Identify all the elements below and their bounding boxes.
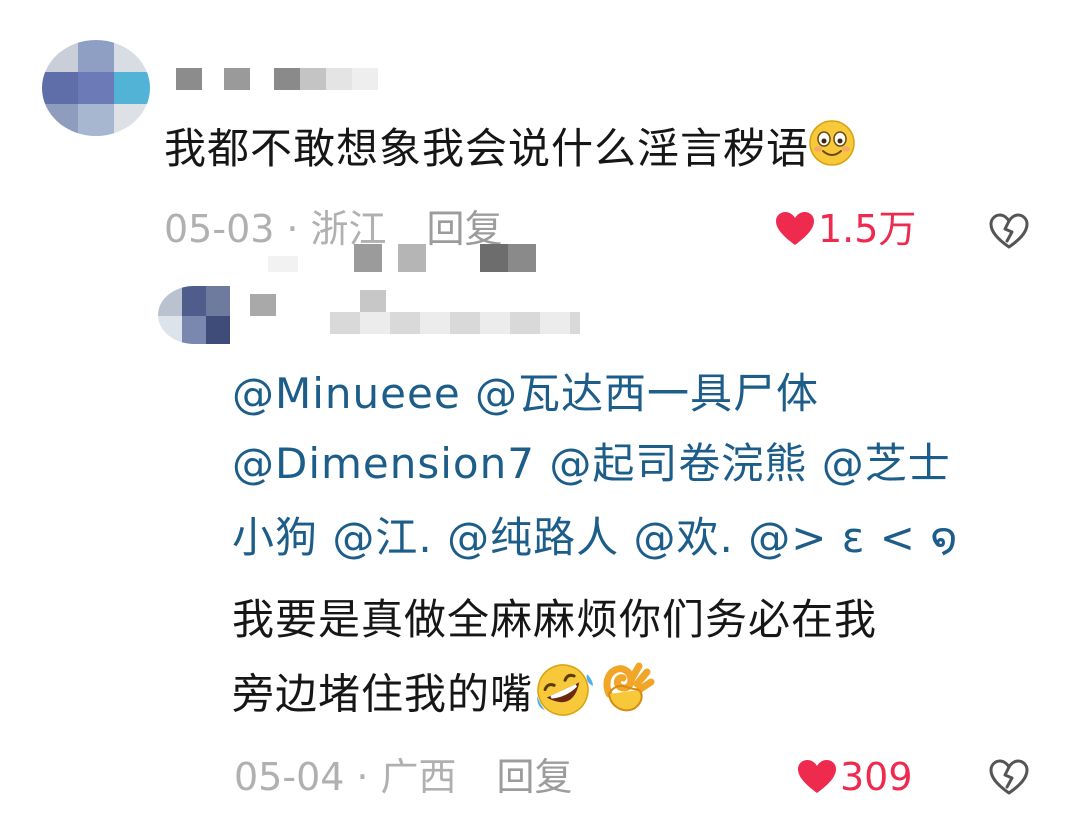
reply-date: 05-04 <box>234 755 345 799</box>
mention-link[interactable]: @芝士 <box>822 439 951 488</box>
reply-location: 广西 <box>380 755 457 799</box>
mention-line: @Dimension7 @起司卷浣熊 @芝士 <box>232 432 951 496</box>
reply-body-line: 我要是真做全麻麻烦你们务必在我 <box>232 588 877 652</box>
heart-icon <box>776 212 814 245</box>
avatar[interactable] <box>42 40 150 136</box>
reply-meta: 05-04 · 广西 回复 <box>234 754 573 800</box>
like-button[interactable]: 1.5万 <box>776 206 916 252</box>
like-count: 309 <box>840 755 913 799</box>
mention-link[interactable]: @Dimension7 <box>232 439 535 488</box>
username-blurred[interactable] <box>176 64 386 92</box>
dislike-button[interactable] <box>988 756 1030 798</box>
mention-link[interactable]: @江. <box>332 513 432 562</box>
mention-link[interactable]: @> ε < ໑ <box>748 513 958 562</box>
mention-line: @Minueee @瓦达西一具尸体 <box>232 362 819 426</box>
mention-link[interactable]: @欢. <box>633 513 733 562</box>
reply-body-text: 旁边堵住我的嘴 <box>232 669 534 719</box>
mention-link[interactable]: @纯路人 <box>447 513 619 562</box>
broken-heart-icon <box>989 759 1029 795</box>
reply-body-text: 我要是真做全麻麻烦你们务必在我 <box>232 595 878 644</box>
avatar[interactable] <box>158 286 230 344</box>
mention-link[interactable]: @起司卷浣熊 <box>549 439 807 488</box>
ok-hand-icon <box>595 658 655 736</box>
smiling-face-with-happy-eyes-icon <box>809 119 855 184</box>
heart-icon <box>798 760 836 793</box>
mention-line: 小狗 @江. @纯路人 @欢. @> ε < ໑ <box>232 506 958 570</box>
like-count: 1.5万 <box>818 207 917 251</box>
mention-link[interactable]: @Minueee <box>232 369 461 418</box>
mention-link[interactable]: 小狗 <box>232 513 318 562</box>
reply-button[interactable]: 回复 <box>497 755 573 799</box>
username-blurred[interactable] <box>250 290 585 334</box>
dislike-button[interactable] <box>988 210 1030 252</box>
comment-text-content: 我都不敢想象我会说什么淫言秽语 <box>164 124 810 173</box>
rolling-on-floor-laughing-icon <box>533 660 595 734</box>
comment-text: 我都不敢想象我会说什么淫言秽语 <box>164 118 855 184</box>
mention-link[interactable]: @瓦达西一具尸体 <box>475 369 819 418</box>
like-button[interactable]: 309 <box>798 754 913 800</box>
broken-heart-icon <box>989 213 1029 249</box>
separator: · <box>356 755 369 799</box>
reply-body-line: 旁边堵住我的嘴 <box>232 658 655 736</box>
blurred-region <box>268 240 558 272</box>
comment-date: 05-03 <box>164 207 275 251</box>
